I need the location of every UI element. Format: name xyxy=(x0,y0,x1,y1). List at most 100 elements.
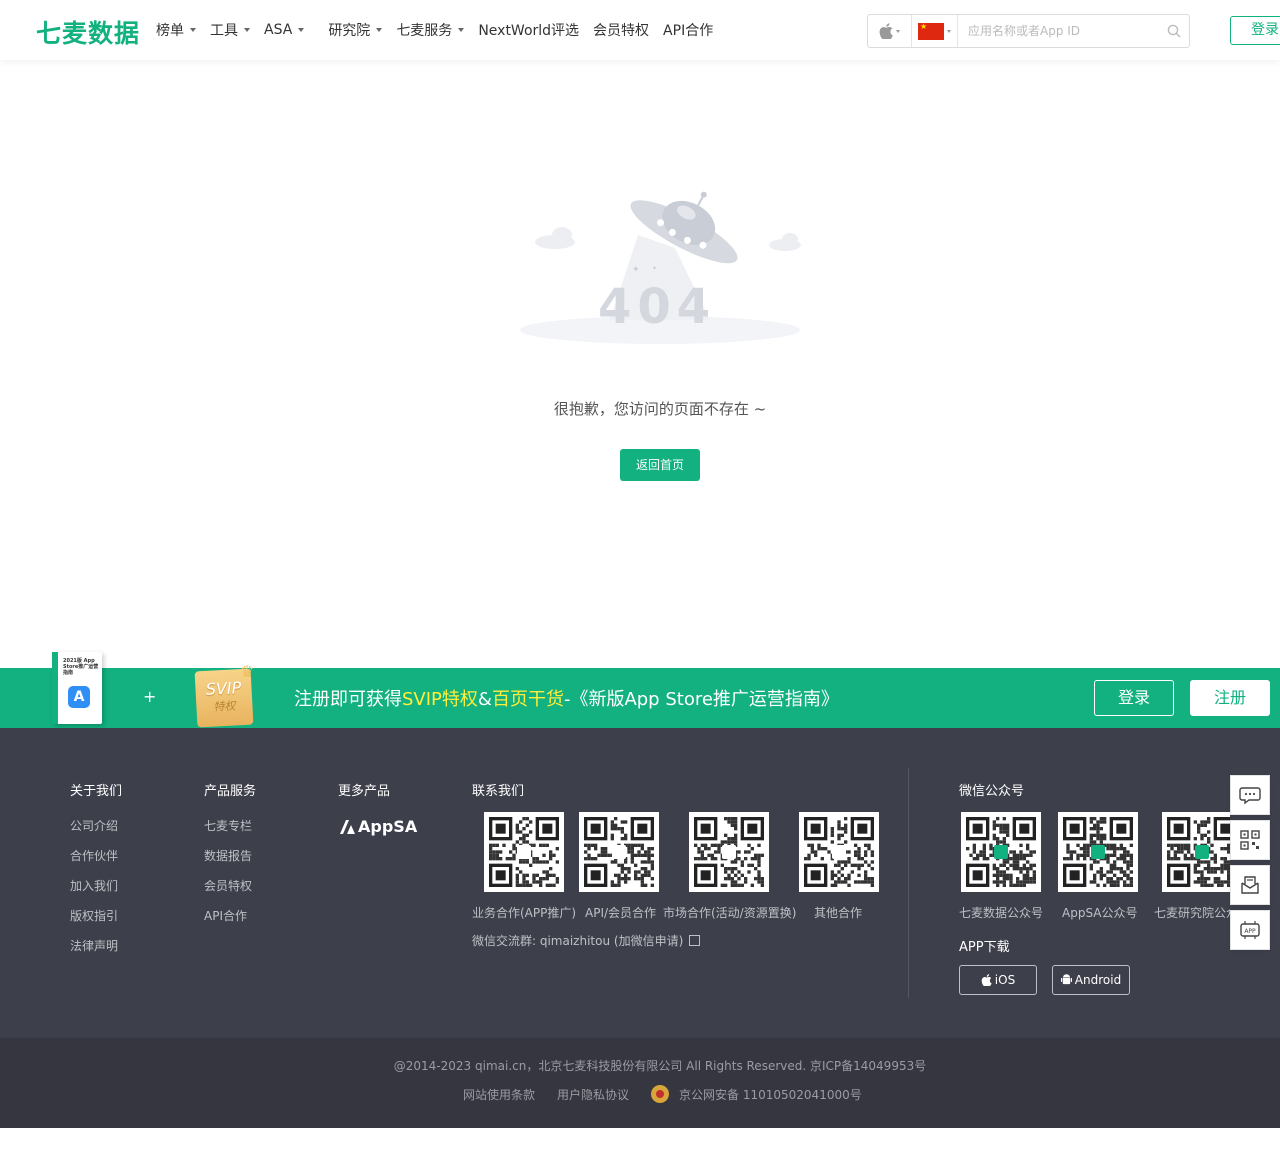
site-footer: 关于我们 公司介绍 合作伙伴 加入我们 版权指引 法律声明 产品服务 七麦专栏 … xyxy=(0,728,1280,1038)
footer-link[interactable]: API合作 xyxy=(204,907,256,924)
nav-item-services[interactable]: 七麦服务 xyxy=(396,20,465,40)
legal-links: 网站使用条款 用户隐私协议 京公网安备 11010502041000号 xyxy=(463,1085,884,1103)
appsa-logo[interactable]: AppSA xyxy=(338,817,417,836)
apple-icon xyxy=(981,974,992,986)
privacy-link[interactable]: 用户隐私协议 xyxy=(557,1086,629,1103)
top-header: 七麦数据 榜单 工具 ASA 研究院 七麦服务 NextWorld评选 会员特权… xyxy=(0,0,1280,60)
nav-item-nextworld[interactable]: NextWorld评选 xyxy=(478,20,579,40)
side-qrcode-button[interactable] xyxy=(1230,820,1270,860)
qr-code-business xyxy=(484,812,564,892)
qr-label: 其他合作 xyxy=(814,906,863,920)
svg-text:✦: ✦ xyxy=(632,265,640,275)
qrcode-icon xyxy=(1240,830,1260,850)
nav-item-rankings[interactable]: 榜单 xyxy=(156,20,196,40)
android-icon xyxy=(1060,974,1072,985)
footer-wechat-title: 微信公众号 xyxy=(959,784,1025,799)
footer-link[interactable]: 公司介绍 xyxy=(70,817,122,834)
chat-icon xyxy=(1239,787,1261,805)
footer-divider xyxy=(908,768,909,998)
footer-link[interactable]: 加入我们 xyxy=(70,877,122,894)
search-bar xyxy=(867,14,1190,48)
error-code-text: 404 xyxy=(598,279,716,335)
nav-item-membership[interactable]: 会员特权 xyxy=(593,20,649,40)
promo-text: 注册即可获得SVIP特权&百页干货-《新版App Store推广运营指南》 xyxy=(294,689,839,710)
back-home-button[interactable]: 返回首页 xyxy=(620,449,700,481)
qr-code-api xyxy=(579,812,659,892)
qr-label: 七麦研究院公众号 xyxy=(1154,906,1230,920)
svg-text:✦: ✦ xyxy=(652,265,657,272)
country-select[interactable] xyxy=(912,15,958,47)
search-icon[interactable] xyxy=(1159,15,1189,47)
chevron-down-icon xyxy=(947,29,951,33)
chevron-down-icon xyxy=(896,29,900,33)
crown-icon: ♛ xyxy=(240,662,255,681)
qr-code-market xyxy=(689,812,769,892)
footer-link[interactable]: 会员特权 xyxy=(204,877,256,894)
china-flag-icon xyxy=(918,22,944,40)
footer-about-title: 关于我们 xyxy=(70,784,123,799)
footer-bottom-bar: @2014-2023 qimai.cn，北京七麦科技股份有限公司 All Rig… xyxy=(0,1038,1280,1128)
apple-icon xyxy=(879,23,893,39)
qr-label: 市场合作(活动/资源置换) xyxy=(663,906,797,920)
footer-link[interactable]: 合作伙伴 xyxy=(70,847,122,864)
main-nav: 榜单 工具 ASA 研究院 七麦服务 NextWorld评选 会员特权 API合… xyxy=(156,0,727,60)
footer-link[interactable]: 数据报告 xyxy=(204,847,256,864)
nav-item-asa[interactable]: ASA xyxy=(264,22,305,38)
qr-code-appsa-wechat xyxy=(1058,812,1138,892)
footer-more-products: 更多产品 AppSA xyxy=(338,780,417,836)
qr-code-other xyxy=(799,812,879,892)
footer-about: 关于我们 公司介绍 合作伙伴 加入我们 版权指引 法律声明 xyxy=(70,780,122,967)
api-icon: APP xyxy=(1240,921,1260,939)
chevron-down-icon xyxy=(190,28,196,32)
side-message-button[interactable] xyxy=(1230,865,1270,905)
footer-contact-title: 联系我们 xyxy=(472,784,525,799)
footer-products-title: 产品服务 xyxy=(204,784,257,799)
footer-products: 产品服务 七麦专栏 数据报告 会员特权 API合作 xyxy=(204,780,256,937)
qr-label: 七麦数据公众号 xyxy=(959,906,1044,920)
login-button[interactable]: 登录 xyxy=(1230,16,1280,45)
copyright-text: @2014-2023 qimai.cn，北京七麦科技股份有限公司 All Rig… xyxy=(393,1059,927,1073)
svg-text:APP: APP xyxy=(1244,928,1256,935)
promo-register-button[interactable]: 注册 xyxy=(1190,680,1270,716)
android-download-button[interactable]: Android xyxy=(1052,965,1130,995)
footer-link[interactable]: 法律声明 xyxy=(70,937,122,954)
qr-label: AppSA公众号 xyxy=(1062,906,1138,920)
qrcode-icon[interactable] xyxy=(689,935,701,946)
ios-download-button[interactable]: iOS xyxy=(959,965,1037,995)
error-message: 很抱歉，您访问的页面不存在 ~ xyxy=(553,400,767,418)
police-record-link[interactable]: 京公网安备 11010502041000号 xyxy=(679,1086,862,1103)
message-icon xyxy=(1241,876,1259,894)
footer-more-title: 更多产品 xyxy=(338,784,391,799)
guide-book-image: 2021版 App Store推广运营指南 A xyxy=(52,652,102,724)
chevron-down-icon xyxy=(244,28,250,32)
ufo-404-illustration: ✦ ✦ 404 xyxy=(510,180,810,355)
promo-login-button[interactable]: 登录 xyxy=(1094,680,1174,716)
side-chat-button[interactable] xyxy=(1230,775,1270,815)
footer-link[interactable]: 七麦专栏 xyxy=(204,817,256,834)
nav-item-research[interactable]: 研究院 xyxy=(328,20,383,40)
chevron-down-icon xyxy=(298,28,305,32)
qr-label: API/会员合作 xyxy=(585,906,657,920)
nav-item-api[interactable]: API合作 xyxy=(663,20,713,40)
app-download-title: APP下载 xyxy=(959,940,1010,955)
search-input[interactable] xyxy=(958,15,1159,47)
qr-code-research-wechat xyxy=(1162,812,1230,892)
wechat-group-text: 微信交流群: qimaizhitou (加微信申请) xyxy=(472,932,701,949)
terms-link[interactable]: 网站使用条款 xyxy=(463,1086,535,1103)
appsa-mark-icon xyxy=(340,819,355,834)
chevron-down-icon xyxy=(458,28,465,32)
side-api-button[interactable]: APP xyxy=(1230,910,1270,950)
qr-label: 业务合作(APP推广) xyxy=(472,906,577,920)
site-logo[interactable]: 七麦数据 xyxy=(36,14,140,50)
guide-book-title: 2021版 App Store推广运营指南 xyxy=(63,658,99,676)
register-promo-banner: 2021版 App Store推广运营指南 A + SVIP 特权 ♛ 注册即可… xyxy=(0,652,1280,728)
app-store-icon: A xyxy=(68,686,90,708)
platform-select[interactable] xyxy=(868,15,912,47)
side-toolbar: APP xyxy=(1230,775,1270,955)
chevron-down-icon xyxy=(376,28,383,32)
nav-item-tools[interactable]: 工具 xyxy=(210,20,250,40)
qr-code-qimai-wechat xyxy=(961,812,1041,892)
plus-sign: + xyxy=(143,687,157,706)
police-badge-icon xyxy=(651,1085,670,1103)
footer-link[interactable]: 版权指引 xyxy=(70,907,122,924)
